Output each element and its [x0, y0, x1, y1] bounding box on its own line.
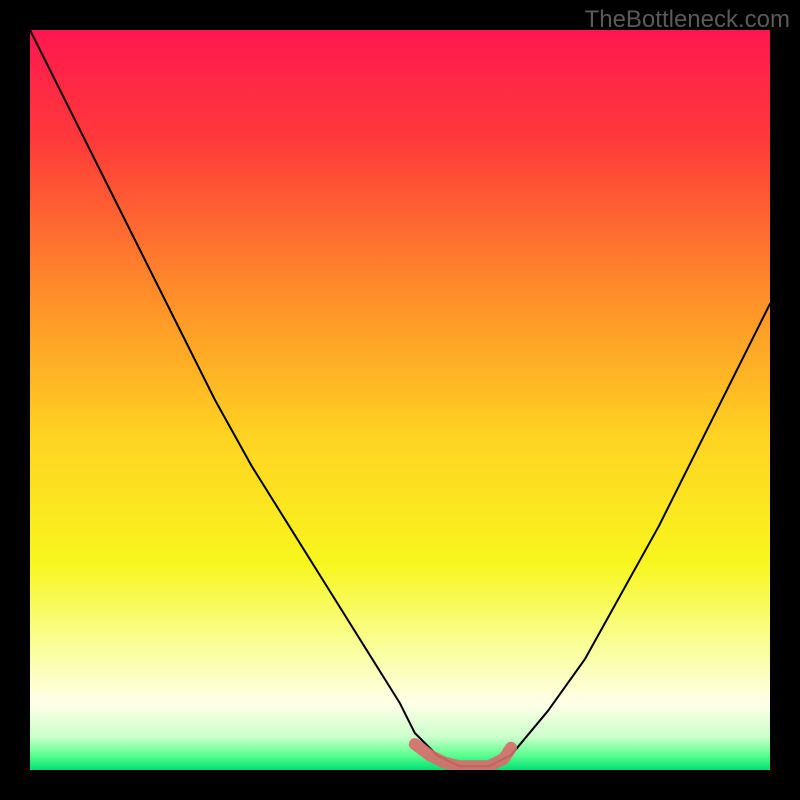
- chart-svg: [30, 30, 770, 770]
- gradient-background: [30, 30, 770, 770]
- chart-frame: TheBottleneck.com: [0, 0, 800, 800]
- plot-area: [30, 30, 770, 770]
- watermark-text: TheBottleneck.com: [585, 6, 790, 34]
